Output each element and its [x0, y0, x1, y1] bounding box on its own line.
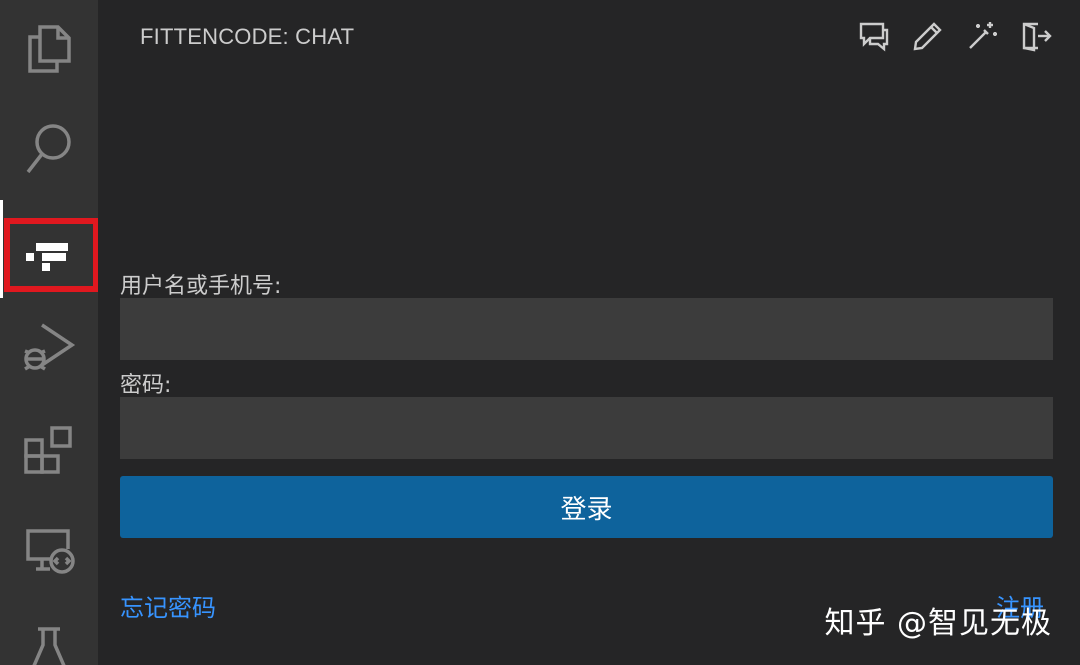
logout-button[interactable]: [1018, 20, 1054, 56]
edit-pencil-icon: [912, 20, 944, 56]
logout-icon: [1020, 20, 1052, 56]
flask-icon: [26, 625, 72, 665]
username-label: 用户名或手机号:: [120, 274, 282, 299]
files-icon: [24, 23, 74, 75]
magic-wand-icon: [966, 20, 998, 56]
password-label: 密码:: [120, 373, 172, 398]
watermark-text: 知乎 @智见无极: [824, 606, 1052, 641]
vscode-window: FITTENCODE: CHAT 用户名或手机号: 密码: 登录 忘记密码 注册…: [0, 0, 1080, 665]
panel-title: FITTENCODE: CHAT: [140, 24, 355, 49]
activity-search[interactable]: [0, 104, 98, 194]
active-indicator: [0, 200, 3, 298]
panel-toolbar: [856, 18, 1054, 58]
annotation-highlight-box: [4, 218, 99, 292]
chat-icon: [858, 20, 890, 56]
edit-button[interactable]: [910, 20, 946, 56]
run-debug-icon: [22, 319, 76, 375]
activity-testing[interactable]: [0, 608, 98, 665]
new-chat-button[interactable]: [856, 20, 892, 56]
activity-extensions[interactable]: [0, 406, 98, 496]
search-icon: [23, 122, 75, 176]
activity-explorer[interactable]: [0, 4, 98, 94]
remote-explorer-icon: [22, 525, 76, 577]
activity-bar: [0, 0, 99, 665]
login-button[interactable]: 登录: [120, 476, 1053, 538]
password-input[interactable]: [120, 397, 1053, 459]
fittencode-chat-panel: FITTENCODE: CHAT 用户名或手机号: 密码: 登录 忘记密码 注册…: [98, 0, 1080, 665]
forgot-password-link[interactable]: 忘记密码: [120, 588, 216, 623]
username-input[interactable]: [120, 298, 1053, 360]
activity-run-debug[interactable]: [0, 302, 98, 392]
extensions-icon: [22, 424, 76, 478]
magic-button[interactable]: [964, 20, 1000, 56]
activity-remote-explorer[interactable]: [0, 506, 98, 596]
